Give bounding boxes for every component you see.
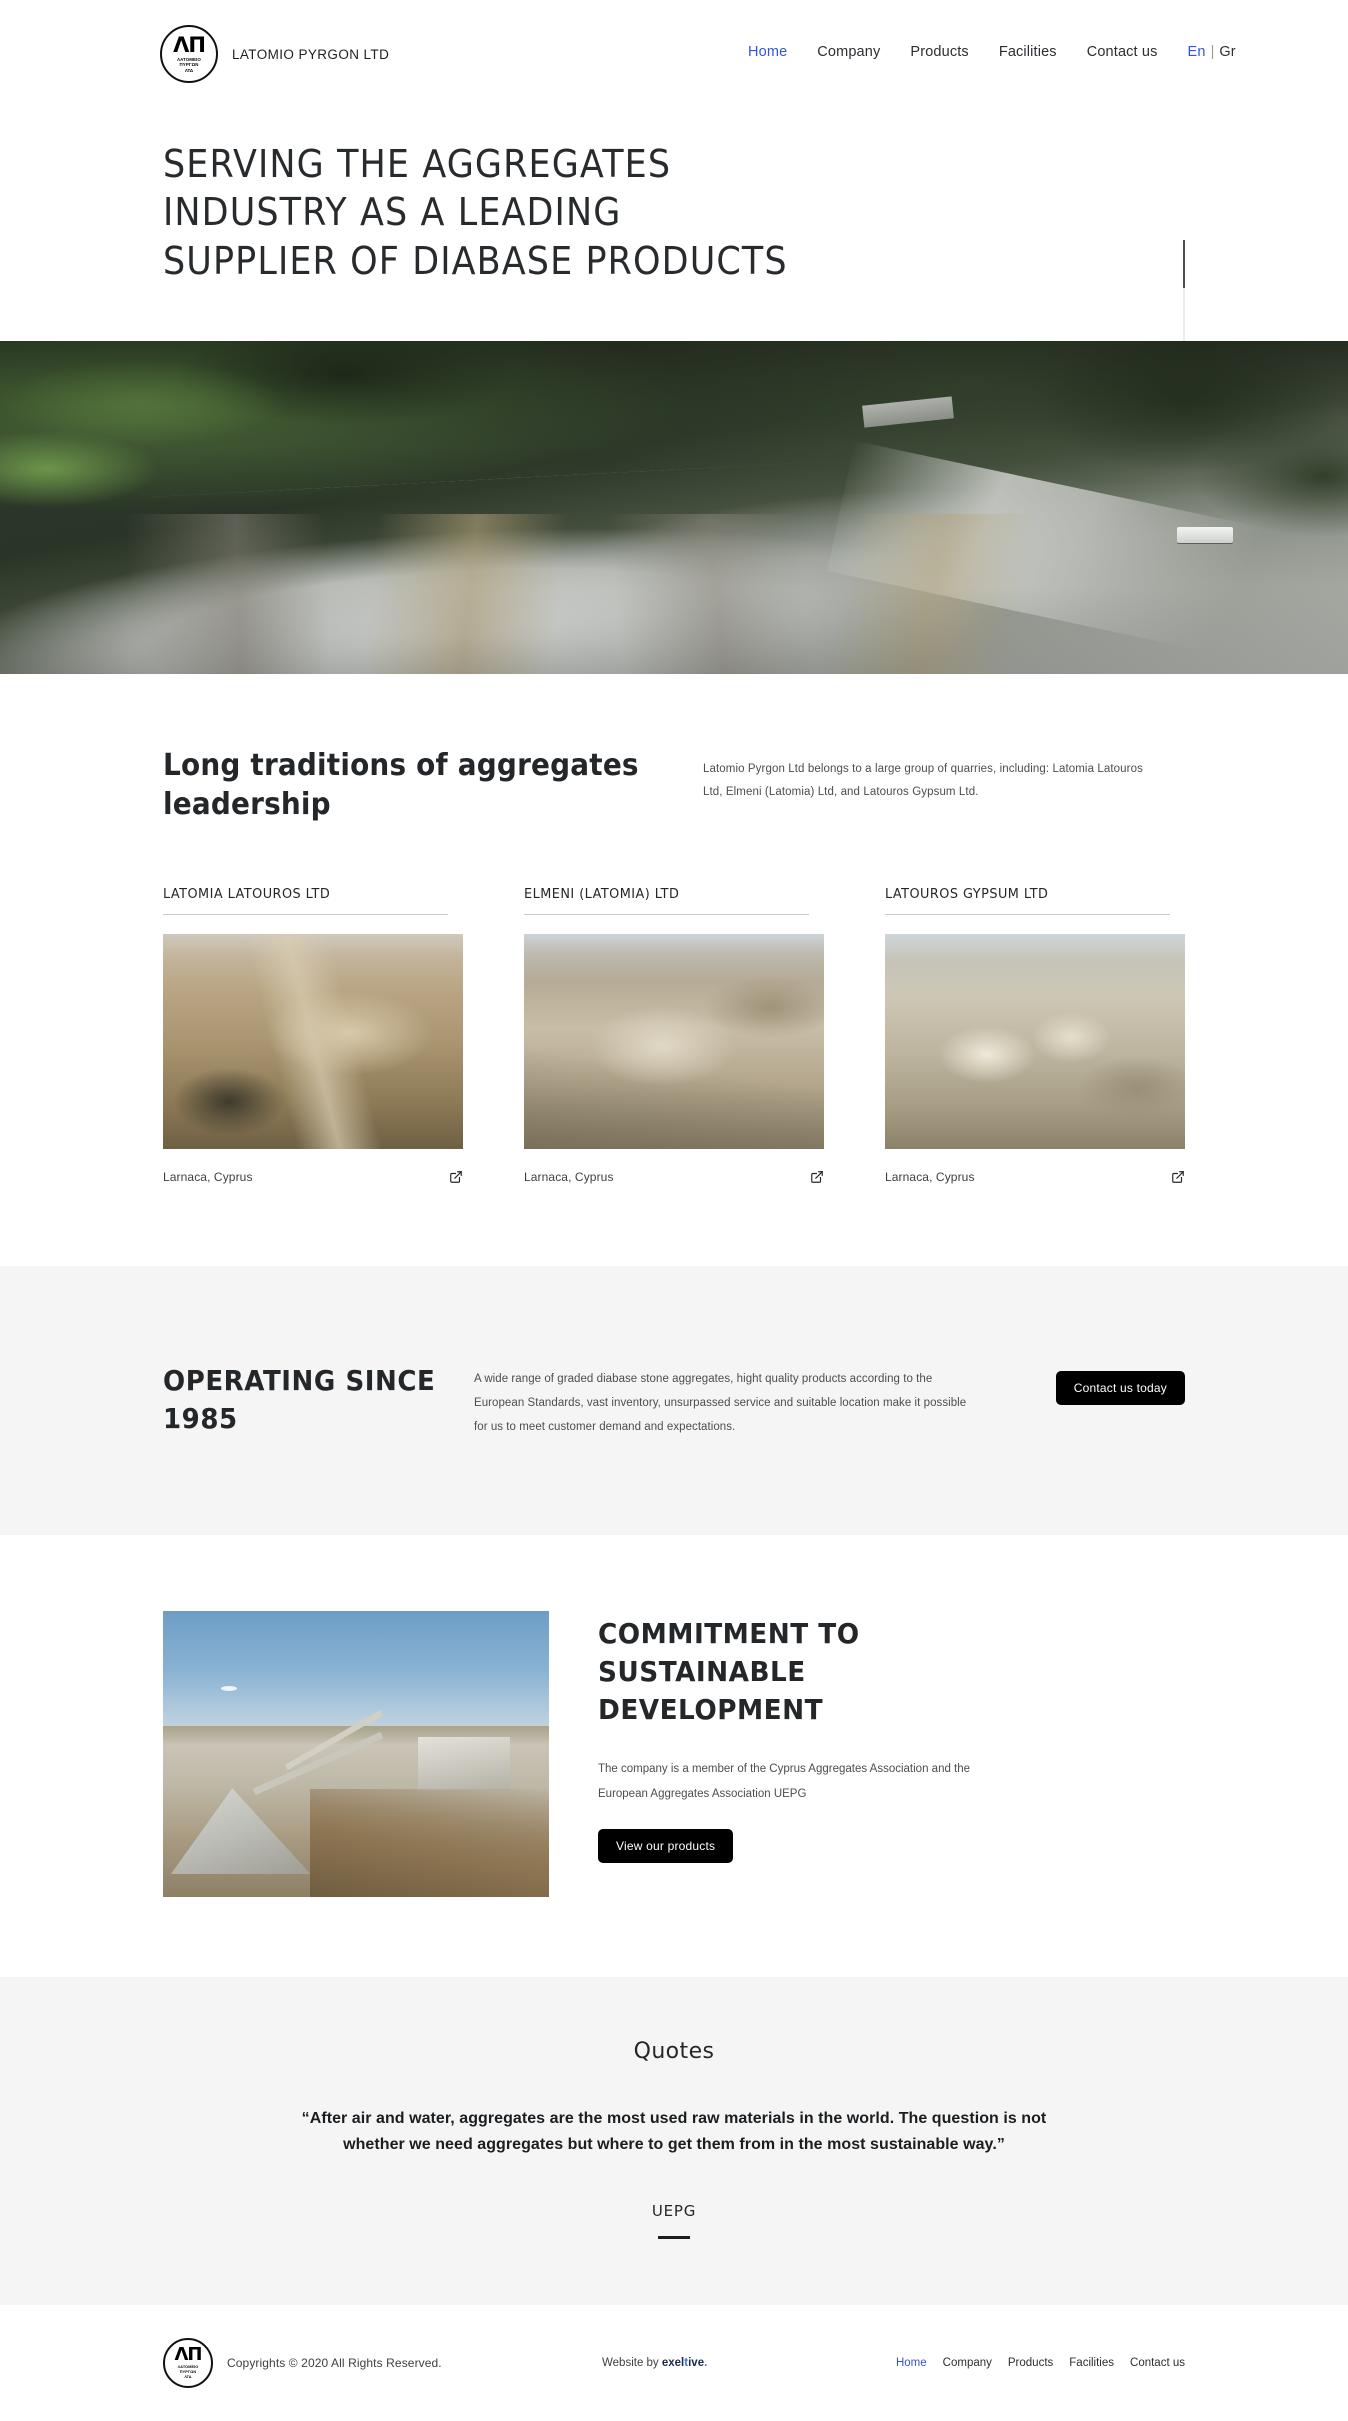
- company-logo-icon: ΛΠ ΛΑΤΟΜΕΙΟ ΠΥΡΓΩΝ ΛΤΔ: [160, 25, 218, 83]
- hero-title: SERVING THE AGGREGATES INDUSTRY AS A LEA…: [163, 142, 788, 283]
- traditions-intro-row: Long traditions of aggregates leadership…: [163, 746, 1185, 824]
- footer-credit-prefix: Website by: [602, 2356, 662, 2369]
- brand-logo[interactable]: ΛΠ ΛΑΤΟΜΕΙΟ ΠΥΡΓΩΝ ΛΤΔ LATOMIO PYRGON LT…: [160, 25, 389, 83]
- hero-image-vignette: [0, 340, 1348, 674]
- logo-monogram: ΛΠ: [173, 32, 206, 57]
- sustainability-image-plant: [418, 1737, 511, 1791]
- operating-title: OPERATING SINCE 1985: [163, 1363, 436, 1436]
- quarry-card-location: Larnaca, Cyprus: [885, 1169, 975, 1184]
- footer-credit-brand-part1: exel: [661, 2356, 685, 2369]
- external-link-icon[interactable]: [449, 1170, 463, 1184]
- footer-brand[interactable]: ΛΠ ΛΑΤΟΜΕΙΟ ΠΥΡΓΩΝ ΛΤΔ Copyrights © 2020…: [163, 2337, 442, 2388]
- footer-logo-monogram: ΛΠ: [174, 2344, 203, 2366]
- quarry-card-image-detail: [885, 933, 1185, 1149]
- traditions-section: Long traditions of aggregates leadership…: [0, 673, 1348, 1190]
- footer-nav-item-company[interactable]: Company: [943, 2357, 992, 2369]
- lang-option-gr[interactable]: Gr: [1219, 44, 1235, 60]
- sustainability-text: The company is a member of the Cyprus Ag…: [598, 1763, 971, 1800]
- external-link-icon[interactable]: [1171, 1170, 1185, 1184]
- footer-navigation: Home Company Products Facilities Contact…: [896, 2357, 1185, 2369]
- site-footer: ΛΠ ΛΑΤΟΜΕΙΟ ΠΥΡΓΩΝ ΛΤΔ Copyrights © 2020…: [0, 2304, 1348, 2421]
- operating-text: A wide range of graded diabase stone agg…: [474, 1372, 967, 1434]
- sustainability-image-cloud: [220, 1685, 237, 1691]
- quote-author: UEPG: [651, 2201, 697, 2220]
- footer-credit[interactable]: Website by exeltive.: [602, 2357, 707, 2369]
- quarry-card-image: [524, 933, 824, 1149]
- quotes-label: Quotes: [633, 2039, 715, 2065]
- footer-nav-item-home[interactable]: Home: [896, 2357, 927, 2369]
- footer-logo-subtext: ΛΑΤΟΜΕΙΟ ΠΥΡΓΩΝ ΛΤΔ: [178, 2365, 199, 2379]
- brand-name: LATOMIO PYRGON LTD: [232, 46, 390, 62]
- quarry-card-footer: Larnaca, Cyprus: [163, 1170, 463, 1184]
- sustainability-image-earthworks: [309, 1788, 549, 1898]
- footer-copyright: Copyrights © 2020 All Rights Reserved.: [227, 2355, 442, 2370]
- hero-section: SERVING THE AGGREGATES INDUSTRY AS A LEA…: [0, 108, 1348, 674]
- external-link-icon[interactable]: [810, 1170, 824, 1184]
- traditions-title: Long traditions of aggregates leadership: [163, 747, 639, 822]
- quarry-card-image-detail: [163, 933, 463, 1149]
- page-root: ΛΠ ΛΑΤΟΜΕΙΟ ΠΥΡΓΩΝ ΛΤΔ LATOMIO PYRGON LT…: [0, 0, 1348, 2421]
- quarry-card[interactable]: ELMENI (LATOMIA) LTD Larnaca, Cyprus: [524, 886, 824, 1184]
- footer-credit-dot: .: [704, 2356, 708, 2369]
- sustainability-image: [163, 1611, 549, 1898]
- logo-subtext: ΛΑΤΟΜΕΙΟ ΠΥΡΓΩΝ ΛΤΔ: [177, 57, 201, 74]
- quarry-card-image: [885, 933, 1185, 1149]
- footer-credit-brand-part2: ive: [688, 2356, 705, 2369]
- sustainability-cta-wrapper: View our products: [598, 1828, 1018, 1863]
- lang-separator: |: [1210, 44, 1215, 60]
- lang-option-en[interactable]: En: [1188, 44, 1206, 60]
- hero-image: [0, 340, 1348, 674]
- quote-text: “After air and water, aggregates are the…: [301, 2110, 1047, 2154]
- quarry-card-footer: Larnaca, Cyprus: [885, 1170, 1185, 1184]
- site-header: ΛΠ ΛΑΤΟΜΕΙΟ ΠΥΡΓΩΝ ΛΤΔ LATOMIO PYRGON LT…: [0, 0, 1348, 108]
- footer-logo-subtext-line3: ΛΤΔ: [184, 2374, 192, 2379]
- quarry-card[interactable]: LATOMIA LATOUROS LTD Larnaca, Cyprus: [163, 886, 463, 1184]
- quarry-card-image-detail: [524, 933, 824, 1149]
- quarry-card-title: ELMENI (LATOMIA) LTD: [524, 886, 809, 915]
- quotes-section: Quotes “After air and water, aggregates …: [0, 1977, 1348, 2305]
- sustainability-section: COMMITMENT TO SUSTAINABLE DEVELOPMENT Th…: [0, 1535, 1348, 1978]
- logo-subtext-line3: ΛΤΔ: [184, 67, 194, 73]
- footer-nav-item-facilities[interactable]: Facilities: [1069, 2357, 1114, 2369]
- operating-cta-wrapper: Contact us today: [1055, 1370, 1185, 1405]
- quarry-card-location: Larnaca, Cyprus: [524, 1169, 614, 1184]
- sustainability-body: COMMITMENT TO SUSTAINABLE DEVELOPMENT Th…: [598, 1611, 1018, 1863]
- nav-item-contact-us[interactable]: Contact us: [1087, 44, 1158, 60]
- nav-item-products[interactable]: Products: [910, 44, 968, 60]
- logo-subtext-line2: ΠΥΡΓΩΝ: [179, 62, 199, 68]
- footer-nav-item-products[interactable]: Products: [1008, 2357, 1053, 2369]
- quarry-card-list: LATOMIA LATOUROS LTD Larnaca, Cyprus ELM…: [163, 886, 1185, 1190]
- quarry-card-footer: Larnaca, Cyprus: [524, 1170, 824, 1184]
- view-our-products-button[interactable]: View our products: [598, 1828, 734, 1863]
- contact-us-today-button[interactable]: Contact us today: [1055, 1370, 1185, 1405]
- footer-nav-item-contact-us[interactable]: Contact us: [1130, 2357, 1185, 2369]
- quarry-card-image: [163, 933, 463, 1149]
- hero-slider-thumb[interactable]: [1183, 240, 1185, 288]
- language-switcher: En | Gr: [1188, 44, 1236, 60]
- quarry-card[interactable]: LATOUROS GYPSUM LTD Larnaca, Cyprus: [885, 886, 1185, 1184]
- nav-item-facilities[interactable]: Facilities: [999, 44, 1057, 60]
- nav-item-company[interactable]: Company: [817, 44, 880, 60]
- main-navigation: Home Company Products Facilities Contact…: [748, 44, 1236, 60]
- quote-underline: [658, 2235, 690, 2239]
- traditions-text: Latomio Pyrgon Ltd belongs to a large gr…: [703, 762, 1143, 799]
- quarry-card-title: LATOUROS GYPSUM LTD: [885, 886, 1170, 915]
- sustainability-title: COMMITMENT TO SUSTAINABLE DEVELOPMENT: [598, 1617, 860, 1727]
- operating-section: OPERATING SINCE 1985 A wide range of gra…: [0, 1265, 1348, 1536]
- footer-company-logo-icon: ΛΠ ΛΑΤΟΜΕΙΟ ΠΥΡΓΩΝ ΛΤΔ: [163, 2337, 213, 2388]
- quarry-card-title: LATOMIA LATOUROS LTD: [163, 886, 448, 915]
- nav-item-home[interactable]: Home: [748, 44, 787, 60]
- quarry-card-location: Larnaca, Cyprus: [163, 1169, 253, 1184]
